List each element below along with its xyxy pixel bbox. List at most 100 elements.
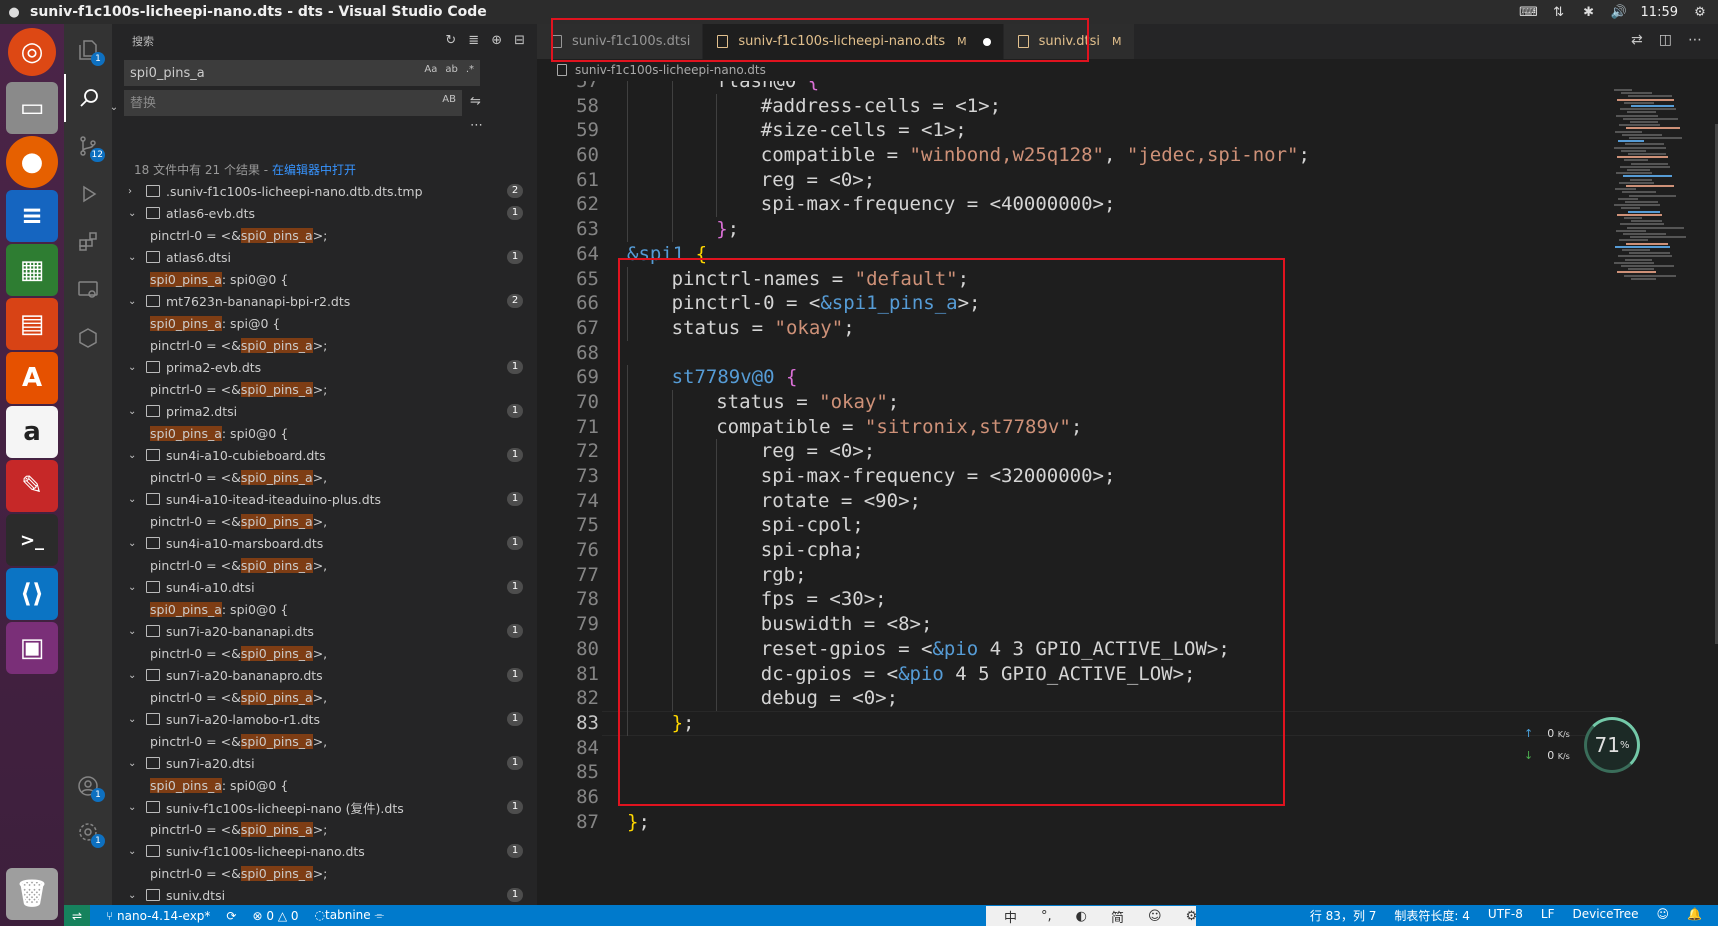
- editor-tab[interactable]: suniv-f1c100s.dtsi: [537, 24, 704, 59]
- amazon-icon[interactable]: a: [6, 406, 58, 458]
- code-line[interactable]: 74 rotate = <90>;: [537, 488, 1622, 514]
- code-line[interactable]: 65 pinctrl-names = "default";: [537, 266, 1622, 292]
- whole-word-toggle[interactable]: ab: [445, 64, 457, 75]
- manage-gear-icon[interactable]: 1: [64, 808, 112, 856]
- remote-indicator-icon[interactable]: ⇌: [64, 905, 90, 926]
- volume-icon[interactable]: 🔊: [1610, 5, 1626, 20]
- result-file[interactable]: ⌄ atlas6.dtsi 1: [112, 246, 537, 268]
- toggle-replace-chevron-icon[interactable]: ⌄: [108, 102, 120, 113]
- result-match[interactable]: pinctrl-0 = <& spi0_pins_a >;: [112, 334, 537, 356]
- code-line[interactable]: 72 reg = <0>;: [537, 439, 1622, 464]
- files-icon[interactable]: ▭: [6, 82, 58, 134]
- code-line[interactable]: 71 compatible = "sitronix,st7789v";: [537, 414, 1622, 440]
- result-file[interactable]: ⌄ sun7i-a20-lamobo-r1.dts 1: [112, 708, 537, 730]
- code-line[interactable]: 87};: [537, 810, 1622, 835]
- result-match[interactable]: pinctrl-0 = <& spi0_pins_a >;: [112, 818, 537, 840]
- result-match[interactable]: spi0_pins_a: spi0@0 {: [112, 598, 537, 620]
- ime-mode-icon[interactable]: 中: [1004, 907, 1017, 926]
- code-line[interactable]: 82 debug = <0>;: [537, 686, 1622, 711]
- encoding[interactable]: UTF-8: [1488, 907, 1523, 924]
- clear-results-icon[interactable]: ≣: [468, 33, 479, 48]
- ime-simplified-icon[interactable]: 简: [1111, 907, 1124, 926]
- result-file[interactable]: ⌄ sun7i-a20.dtsi 1: [112, 752, 537, 774]
- replace-all-icon[interactable]: ⇋: [470, 94, 481, 109]
- new-search-editor-icon[interactable]: ⊕: [491, 33, 502, 48]
- bluetooth-icon[interactable]: ✱: [1581, 5, 1597, 20]
- code-line[interactable]: 59 #size-cells = <1>;: [537, 118, 1622, 144]
- chevron-down-icon[interactable]: ⌄: [128, 208, 142, 219]
- result-file[interactable]: ⌄ prima2.dtsi 1: [112, 400, 537, 422]
- result-match[interactable]: pinctrl-0 = <& spi0_pins_a >,: [112, 686, 537, 708]
- ime-emoji-icon[interactable]: ☺: [1148, 909, 1162, 924]
- result-file[interactable]: ⌄ sun4i-a10-cubieboard.dts 1: [112, 444, 537, 466]
- vscode-icon[interactable]: ⟨⟩: [6, 568, 58, 620]
- terminal-icon[interactable]: >_: [6, 514, 58, 566]
- result-file[interactable]: ⌄ sun7i-a20-bananapi.dts 1: [112, 620, 537, 642]
- code-line[interactable]: 86: [537, 785, 1622, 810]
- result-match[interactable]: spi0_pins_a: spi@0 {: [112, 312, 537, 334]
- writer-icon[interactable]: ≡: [6, 190, 58, 242]
- accounts-icon[interactable]: 1: [64, 762, 112, 810]
- result-file[interactable]: › .suniv-f1c100s-licheepi-nano.dtb.dts.tm…: [112, 180, 537, 202]
- chevron-down-icon[interactable]: ⌄: [128, 406, 142, 417]
- result-file[interactable]: ⌄ suniv.dtsi 1: [112, 884, 537, 905]
- ime-settings-icon[interactable]: ⚙: [1186, 909, 1198, 924]
- code-line[interactable]: 69 st7789v@0 {: [537, 365, 1622, 390]
- result-match[interactable]: pinctrl-0 = <& spi0_pins_a >;: [112, 378, 537, 400]
- code-line[interactable]: 63};: [537, 217, 1622, 242]
- code-line[interactable]: 79 buswidth = <8>;: [537, 612, 1622, 637]
- input-method-toolbar[interactable]: 中 °, ◐ 简 ☺ ⚙: [986, 906, 1198, 926]
- result-match[interactable]: spi0_pins_a: spi0@0 {: [112, 268, 537, 290]
- refresh-icon[interactable]: ↻: [445, 33, 456, 48]
- code-line[interactable]: 68: [537, 341, 1622, 366]
- more-options-icon[interactable]: ⋯: [470, 118, 483, 133]
- code-line[interactable]: 75 spi-cpol;: [537, 513, 1622, 539]
- preserve-case-toggle[interactable]: AB: [442, 94, 456, 105]
- replace-input[interactable]: [130, 95, 390, 111]
- code-line[interactable]: 85: [537, 760, 1622, 785]
- software-center-icon[interactable]: A: [6, 352, 58, 404]
- clock[interactable]: 11:59: [1641, 5, 1678, 20]
- result-match[interactable]: pinctrl-0 = <& spi0_pins_a >,: [112, 510, 537, 532]
- code-line[interactable]: 80 reset-gpios = <&pio 4 3 GPIO_ACTIVE_LO…: [537, 636, 1622, 662]
- more-actions-icon[interactable]: ⋯: [1688, 32, 1702, 48]
- code-line[interactable]: 66 pinctrl-0 = <&spi1_pins_a>;: [537, 291, 1622, 316]
- problems[interactable]: ⊗ 0 △ 0: [252, 909, 298, 923]
- chevron-down-icon[interactable]: ⌄: [128, 670, 142, 681]
- code-line[interactable]: 61 reg = <0>;: [537, 167, 1622, 193]
- code-line[interactable]: 64 &spi1 {: [537, 242, 1622, 267]
- result-file[interactable]: ⌄ sun4i-a10-marsboard.dts 1: [112, 532, 537, 554]
- result-file[interactable]: ⌄ prima2-evb.dts 1: [112, 356, 537, 378]
- code-line[interactable]: 57 flash@0 {: [537, 81, 1622, 94]
- regex-toggle[interactable]: .*: [466, 64, 474, 75]
- trash-icon[interactable]: 🗑: [6, 868, 58, 920]
- match-case-toggle[interactable]: Aa: [424, 64, 437, 75]
- result-file[interactable]: ⌄ suniv-f1c100s-licheepi-nano.dts 1: [112, 840, 537, 862]
- impress-icon[interactable]: ▤: [6, 298, 58, 350]
- chevron-down-icon[interactable]: ⌄: [128, 802, 142, 813]
- code-line[interactable]: 70 status = "okay";: [537, 389, 1622, 415]
- code-line[interactable]: 78 fps = <30>;: [537, 587, 1622, 613]
- end-of-line[interactable]: LF: [1541, 907, 1555, 924]
- result-file[interactable]: ⌄ atlas6-evb.dts 1: [112, 202, 537, 224]
- run-debug-icon[interactable]: [64, 170, 112, 218]
- feedback-icon[interactable]: ☺: [1657, 907, 1670, 924]
- breadcrumb-file[interactable]: suniv-f1c100s-licheepi-nano.dts: [575, 63, 766, 77]
- sync-icon[interactable]: ⟳: [226, 909, 236, 923]
- system-settings-icon[interactable]: ✎: [6, 460, 58, 512]
- editor-tab[interactable]: suniv-f1c100s-licheepi-nano.dts M: [703, 24, 1004, 59]
- editor-tab[interactable]: suniv.dtsi M: [1003, 24, 1135, 59]
- search-icon[interactable]: [64, 74, 112, 122]
- ubuntu-dash-icon[interactable]: ◎: [8, 28, 56, 76]
- chevron-right-icon[interactable]: ›: [128, 186, 142, 197]
- code-line[interactable]: 58 #address-cells = <1>;: [537, 93, 1622, 119]
- source-control-icon[interactable]: 12: [64, 122, 112, 170]
- firefox-icon[interactable]: ●: [6, 136, 58, 188]
- result-match[interactable]: pinctrl-0 = <& spi0_pins_a >,: [112, 642, 537, 664]
- chevron-down-icon[interactable]: ⌄: [128, 758, 142, 769]
- result-match[interactable]: pinctrl-0 = <& spi0_pins_a >,: [112, 554, 537, 576]
- cursor-position[interactable]: 行 83，列 7: [1310, 907, 1377, 924]
- code-line[interactable]: 84: [537, 736, 1622, 761]
- result-match[interactable]: pinctrl-0 = <& spi0_pins_a >,: [112, 730, 537, 752]
- keyboard-icon[interactable]: ⌨: [1519, 5, 1538, 20]
